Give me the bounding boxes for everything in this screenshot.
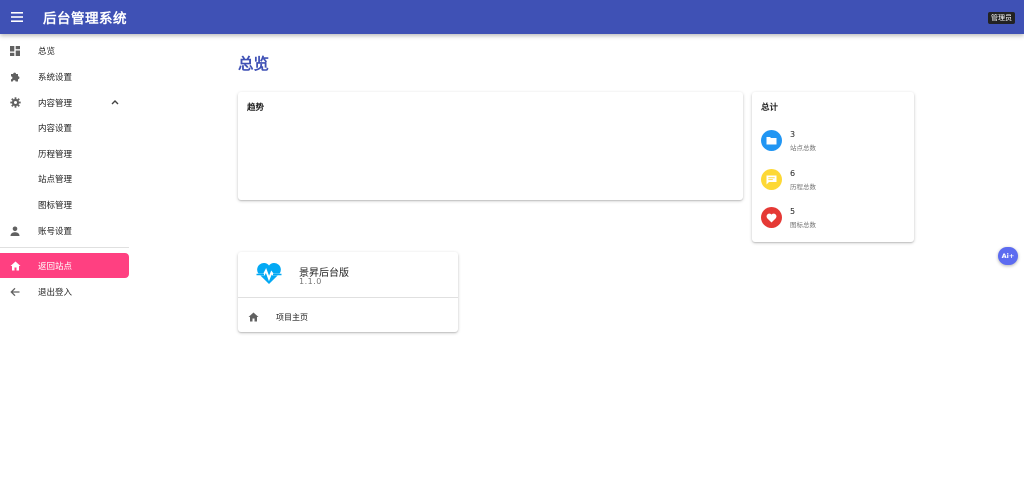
sidebar-item-system-settings[interactable]: 系统设置	[0, 64, 129, 89]
trend-card-title: 趋势	[247, 103, 265, 113]
sidebar-item-label: 系统设置	[38, 72, 73, 83]
ai-assistant-button[interactable]: Ai+	[998, 247, 1018, 265]
trend-card: 趋势	[238, 92, 743, 200]
stat-icons: 5 图标总数	[761, 207, 911, 231]
sidebar-item-label: 内容设置	[38, 123, 73, 134]
sidebar-item-label: 返回站点	[38, 261, 73, 272]
person-icon	[0, 226, 30, 236]
sidebar-item-overview[interactable]: 总览	[0, 38, 129, 63]
sidebar-item-history-management[interactable]: 历程管理	[0, 141, 129, 166]
sidebar-divider	[0, 247, 129, 248]
stat-value: 6	[790, 169, 796, 178]
puzzle-icon	[0, 71, 30, 82]
sidebar-item-content-settings[interactable]: 内容设置	[0, 115, 129, 140]
totals-card-title: 总计	[761, 103, 779, 113]
gear-icon	[0, 97, 30, 108]
arrow-left-icon	[0, 287, 30, 297]
stat-value: 5	[790, 207, 796, 216]
sidebar-item-site-management[interactable]: 站点管理	[0, 166, 129, 191]
user-badge[interactable]: 管理员	[988, 12, 1015, 24]
sidebar: 总览 系统设置 内容管理 内容设置 历程管理 站点管理 图标管理 账号设置 返回…	[0, 34, 135, 493]
sidebar-item-label: 内容管理	[38, 98, 73, 109]
sidebar-item-label: 退出登入	[38, 287, 73, 298]
sidebar-item-label: 图标管理	[38, 200, 73, 211]
project-homepage-link[interactable]: 项目主页	[238, 307, 458, 327]
home-icon	[238, 312, 268, 322]
menu-icon	[11, 12, 23, 22]
app-bar: 后台管理系统 管理员	[0, 0, 1024, 34]
message-icon	[761, 169, 782, 190]
heartbeat-icon	[256, 262, 282, 290]
project-card-header: 景昇后台版 1.1.0	[238, 252, 458, 298]
project-version: 1.1.0	[299, 277, 322, 286]
stat-history: 6 历程总数	[761, 169, 911, 193]
stat-label: 站点总数	[790, 144, 816, 152]
sidebar-item-label: 总览	[38, 46, 56, 57]
totals-card: 总计 3 站点总数 6 历程总数 5 图标总数	[752, 92, 914, 242]
page-title: 总览	[238, 55, 270, 73]
stat-value: 3	[790, 130, 796, 139]
sidebar-item-label: 站点管理	[38, 174, 73, 185]
sidebar-item-label: 历程管理	[38, 149, 73, 160]
stat-label: 历程总数	[790, 183, 816, 191]
stat-sites: 3 站点总数	[761, 130, 911, 154]
stat-label: 图标总数	[790, 221, 816, 229]
dashboard-icon	[0, 45, 30, 56]
sidebar-item-content-management[interactable]: 内容管理	[0, 90, 129, 115]
sidebar-item-icon-management[interactable]: 图标管理	[0, 192, 129, 217]
chevron-up-icon[interactable]	[111, 98, 119, 108]
sidebar-item-logout[interactable]: 退出登入	[0, 279, 129, 304]
sidebar-item-account-settings[interactable]: 账号设置	[0, 218, 129, 243]
project-card: 景昇后台版 1.1.0 项目主页	[238, 252, 458, 332]
sidebar-item-label: 账号设置	[38, 226, 73, 237]
heart-icon	[761, 207, 782, 228]
app-title: 后台管理系统	[43, 11, 127, 27]
folder-icon	[761, 130, 782, 151]
project-homepage-label: 项目主页	[276, 312, 308, 322]
menu-button[interactable]	[0, 0, 34, 34]
sidebar-item-back-to-site[interactable]: 返回站点	[0, 253, 129, 278]
home-icon	[0, 261, 30, 271]
